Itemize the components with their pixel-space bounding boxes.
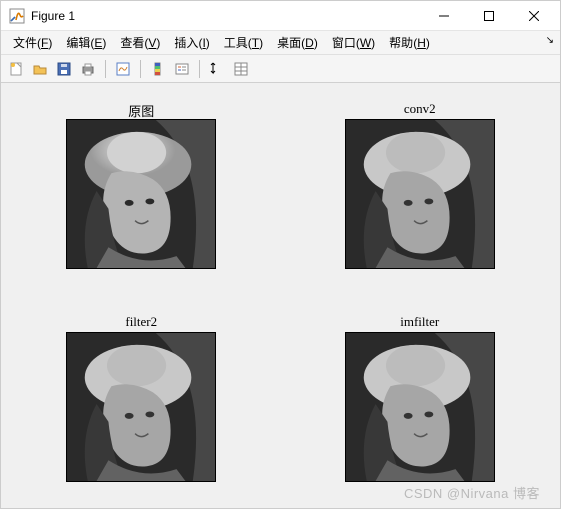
menu-tools[interactable]: 工具(T) [218,32,269,53]
subplot-grid: 原图 conv2 [37,101,524,496]
titlebar: Figure 1 [1,1,560,31]
minimize-button[interactable] [421,2,466,30]
menu-desktop[interactable]: 桌面(D) [271,32,324,53]
edit-plot-icon[interactable] [206,58,228,80]
insert-colorbar-icon[interactable] [147,58,169,80]
print-icon[interactable] [77,58,99,80]
menu-file[interactable]: 文件(F) [7,32,58,53]
menu-insert[interactable]: 插入(I) [168,32,215,53]
toolbar-separator [105,60,106,78]
axes-image[interactable] [345,119,495,269]
menu-help[interactable]: 帮助(H) [383,32,436,53]
menubar: 文件(F) 编辑(E) 查看(V) 插入(I) 工具(T) 桌面(D) 窗口(W… [1,31,560,55]
subplot-title: imfilter [400,314,439,330]
axes-image[interactable] [66,119,216,269]
matlab-figure-icon [9,8,25,24]
subplot-title: filter2 [125,314,157,330]
subplot-1: 原图 [37,101,246,284]
new-figure-icon[interactable] [5,58,27,80]
menu-window[interactable]: 窗口(W) [326,32,381,53]
toolbar [1,55,560,83]
menu-overflow-icon[interactable]: ↘ [546,35,554,46]
subplot-title: 原图 [128,101,154,117]
linked-axes-icon[interactable] [112,58,134,80]
figure-canvas: 原图 conv2 [1,83,560,508]
insert-legend-icon[interactable] [171,58,193,80]
toolbar-separator [199,60,200,78]
menu-view[interactable]: 查看(V) [114,32,166,53]
save-icon[interactable] [53,58,75,80]
window-title: Figure 1 [31,9,75,23]
axes-image[interactable] [66,332,216,482]
maximize-button[interactable] [466,2,511,30]
subplot-3: filter2 [37,314,246,497]
subplot-2: conv2 [316,101,525,284]
menu-edit[interactable]: 编辑(E) [60,32,112,53]
subplot-title: conv2 [404,101,436,117]
open-icon[interactable] [29,58,51,80]
open-property-inspector-icon[interactable] [230,58,252,80]
close-button[interactable] [511,2,556,30]
subplot-4: imfilter [316,314,525,497]
toolbar-separator [140,60,141,78]
axes-image[interactable] [345,332,495,482]
